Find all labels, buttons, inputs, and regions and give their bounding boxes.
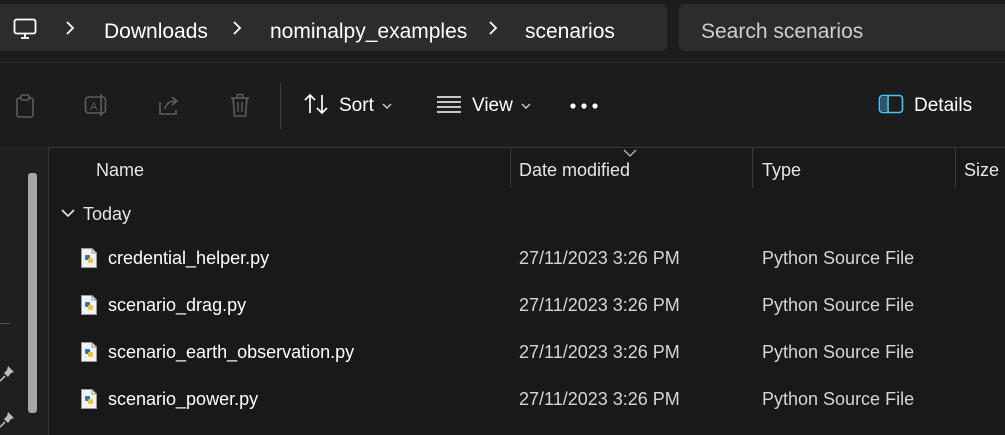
file-name: credential_helper.py [108,248,270,268]
view-label: View [472,95,513,116]
see-more-button[interactable] [569,87,599,125]
monitor-icon[interactable] [13,18,37,45]
pin-icon[interactable] [0,364,16,387]
column-header-size[interactable]: Size [964,147,1005,189]
chevron-down-icon [382,97,392,115]
chevron-right-icon[interactable] [63,18,77,43]
navigation-pane [0,147,49,435]
file-date-modified: 27/11/2023 3:26 PM [519,389,680,409]
chevron-down-icon [521,97,531,115]
file-type: Python Source File [762,295,915,315]
address-bar[interactable]: Downloads nominalpy_examples scenarios [0,4,667,51]
chevron-right-icon[interactable] [230,18,244,43]
details-pane-icon [878,94,904,119]
column-date-label: Date modified [519,160,631,180]
details-label: Details [914,95,973,116]
column-header-type[interactable]: Type [762,147,955,189]
file-row[interactable]: scenario_power.py 27/11/2023 3:26 PM Pyt… [48,375,1005,422]
file-type: Python Source File [762,342,915,362]
file-date-modified: 27/11/2023 3:26 PM [519,248,680,268]
breadcrumb-scenarios[interactable]: scenarios [525,20,615,44]
rename-icon[interactable]: A [84,93,110,122]
nav-divider [0,323,10,324]
copy-icon[interactable] [13,93,37,124]
file-type: Python Source File [762,248,915,268]
sort-icon [303,93,329,120]
column-divider[interactable] [510,147,511,188]
pin-icon[interactable] [0,410,16,433]
file-row[interactable]: scenario_earth_observation.py 27/11/2023… [48,328,1005,375]
breadcrumb-downloads[interactable]: Downloads [104,20,208,44]
sort-button[interactable]: Sort [303,87,392,125]
search-input[interactable]: Search scenarios [701,20,863,44]
python-file-icon [80,247,98,274]
delete-icon[interactable] [229,93,251,124]
file-date-modified: 27/11/2023 3:26 PM [519,295,680,315]
column-header-date-modified[interactable]: Date modified [519,147,752,189]
share-icon[interactable] [156,93,182,122]
column-type-label: Type [762,160,802,180]
view-icon [436,94,462,119]
details-button[interactable]: Details [878,87,972,125]
column-divider[interactable] [752,147,753,188]
file-name: scenario_drag.py [108,295,247,315]
svg-text:A: A [90,101,98,113]
chevron-right-icon[interactable] [486,18,500,43]
nav-scrollbar[interactable] [28,173,37,413]
column-name-label: Name [96,160,145,180]
group-header-today[interactable]: Today [60,204,131,225]
file-row[interactable]: scenario_drag.py 27/11/2023 3:26 PM Pyth… [48,281,1005,328]
search-box[interactable]: Search scenarios [679,4,1005,51]
file-type: Python Source File [762,389,915,409]
python-file-icon [80,388,98,415]
file-row[interactable]: credential_helper.py 27/11/2023 3:26 PM … [48,234,1005,281]
file-name: scenario_power.py [108,389,259,409]
sort-label: Sort [339,95,374,116]
python-file-icon [80,341,98,368]
group-label: Today [83,204,132,224]
toolbar-divider [280,83,281,129]
command-bar: A Sort View Details [0,62,1005,148]
column-header-name[interactable]: Name [96,147,510,189]
more-icon [569,97,599,115]
column-divider[interactable] [955,147,956,188]
file-date-modified: 27/11/2023 3:26 PM [519,342,680,362]
breadcrumb-nominalpy-examples[interactable]: nominalpy_examples [270,20,467,44]
chevron-down-icon [60,206,76,224]
column-size-label: Size [964,160,1000,180]
title-bar: Downloads nominalpy_examples scenarios S… [0,0,1005,62]
python-file-icon [80,294,98,321]
file-name: scenario_earth_observation.py [108,342,355,362]
view-button[interactable]: View [436,87,531,125]
